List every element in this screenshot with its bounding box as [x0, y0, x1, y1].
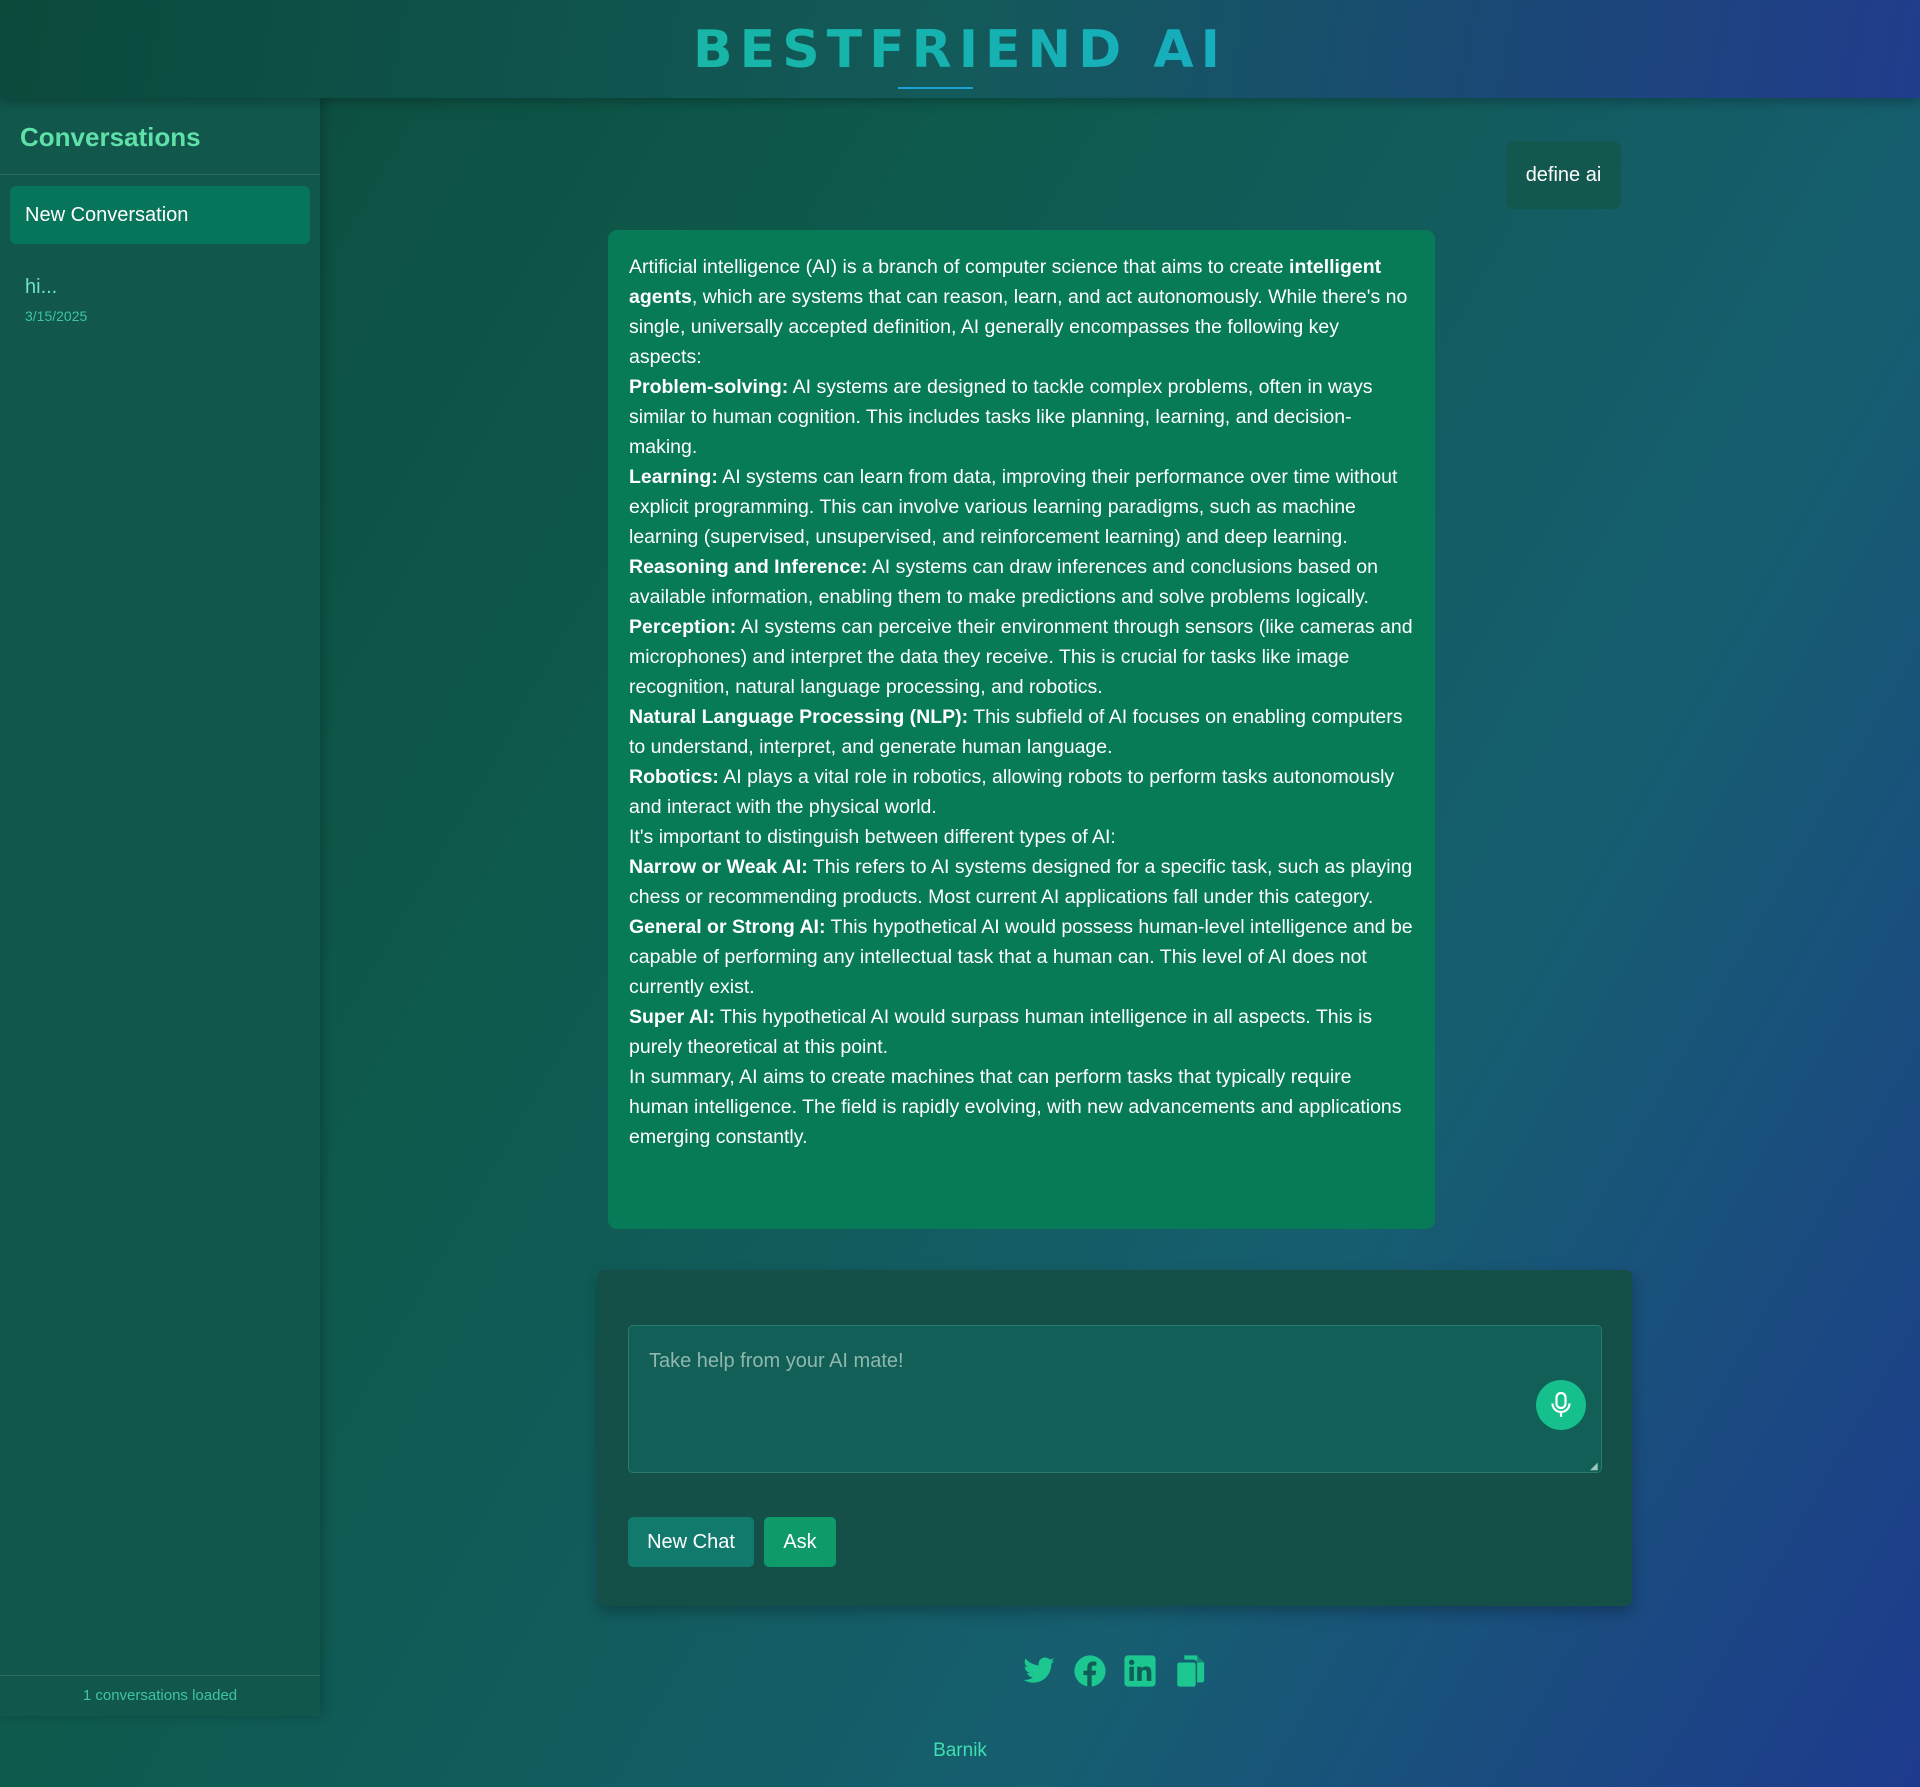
response-intro: Artificial intelligence (AI) is a branch…	[629, 256, 1408, 368]
sidebar: Conversations New Conversation hi... 3/1…	[0, 98, 320, 1716]
conversations-status: 1 conversations loaded	[0, 1675, 320, 1716]
app-title: BESTFRIEND AI	[0, 18, 1920, 82]
linkedin-icon	[1124, 1655, 1156, 1687]
new-chat-button[interactable]: New Chat	[628, 1517, 754, 1567]
facebook-link[interactable]	[1073, 1654, 1107, 1688]
twitter-link[interactable]	[1022, 1654, 1056, 1688]
sidebar-title: Conversations	[20, 122, 201, 152]
microphone-icon	[1551, 1391, 1571, 1417]
response-summary: In summary, AI aims to create machines t…	[629, 1066, 1402, 1148]
response-types-intro: It's important to distinguish between di…	[629, 826, 1116, 848]
response-type: Super AI: This hypothetical AI would sur…	[629, 1006, 1373, 1058]
response-aspect: Robotics: AI plays a vital role in robot…	[629, 766, 1395, 818]
twitter-icon	[1023, 1657, 1055, 1683]
linkedin-link[interactable]	[1123, 1654, 1157, 1688]
footer-author: Barnik	[933, 1740, 987, 1761]
resize-handle[interactable]: ◢	[1590, 1462, 1600, 1472]
response-type: Narrow or Weak AI: This refers to AI sys…	[629, 856, 1413, 908]
sidebar-divider	[0, 174, 320, 175]
conversation-title: hi...	[25, 276, 58, 298]
response-aspect: Natural Language Processing (NLP): This …	[629, 706, 1403, 758]
microphone-button[interactable]	[1536, 1380, 1586, 1430]
prompt-input[interactable]	[628, 1325, 1602, 1473]
conversation-item[interactable]: hi... 3/15/2025	[25, 274, 305, 324]
response-aspect: Learning: AI systems can learn from data…	[629, 466, 1398, 548]
title-underline	[898, 87, 973, 89]
user-message: define ai	[1506, 141, 1621, 209]
app-header: BESTFRIEND AI	[0, 0, 1920, 98]
copy-link[interactable]	[1173, 1654, 1207, 1688]
ask-button[interactable]: Ask	[764, 1517, 836, 1567]
copy-icon	[1177, 1655, 1205, 1687]
ai-response: Artificial intelligence (AI) is a branch…	[608, 230, 1435, 1229]
response-aspect: Reasoning and Inference: AI systems can …	[629, 556, 1378, 608]
new-conversation-button[interactable]: New Conversation	[10, 186, 310, 244]
response-type: General or Strong AI: This hypothetical …	[629, 916, 1413, 998]
response-aspect: Problem-solving: AI systems are designed…	[629, 376, 1373, 458]
conversation-date: 3/15/2025	[25, 308, 88, 324]
facebook-icon	[1074, 1655, 1106, 1687]
response-aspect: Perception: AI systems can perceive thei…	[629, 616, 1413, 698]
input-panel: ◢ New Chat Ask	[598, 1270, 1632, 1606]
